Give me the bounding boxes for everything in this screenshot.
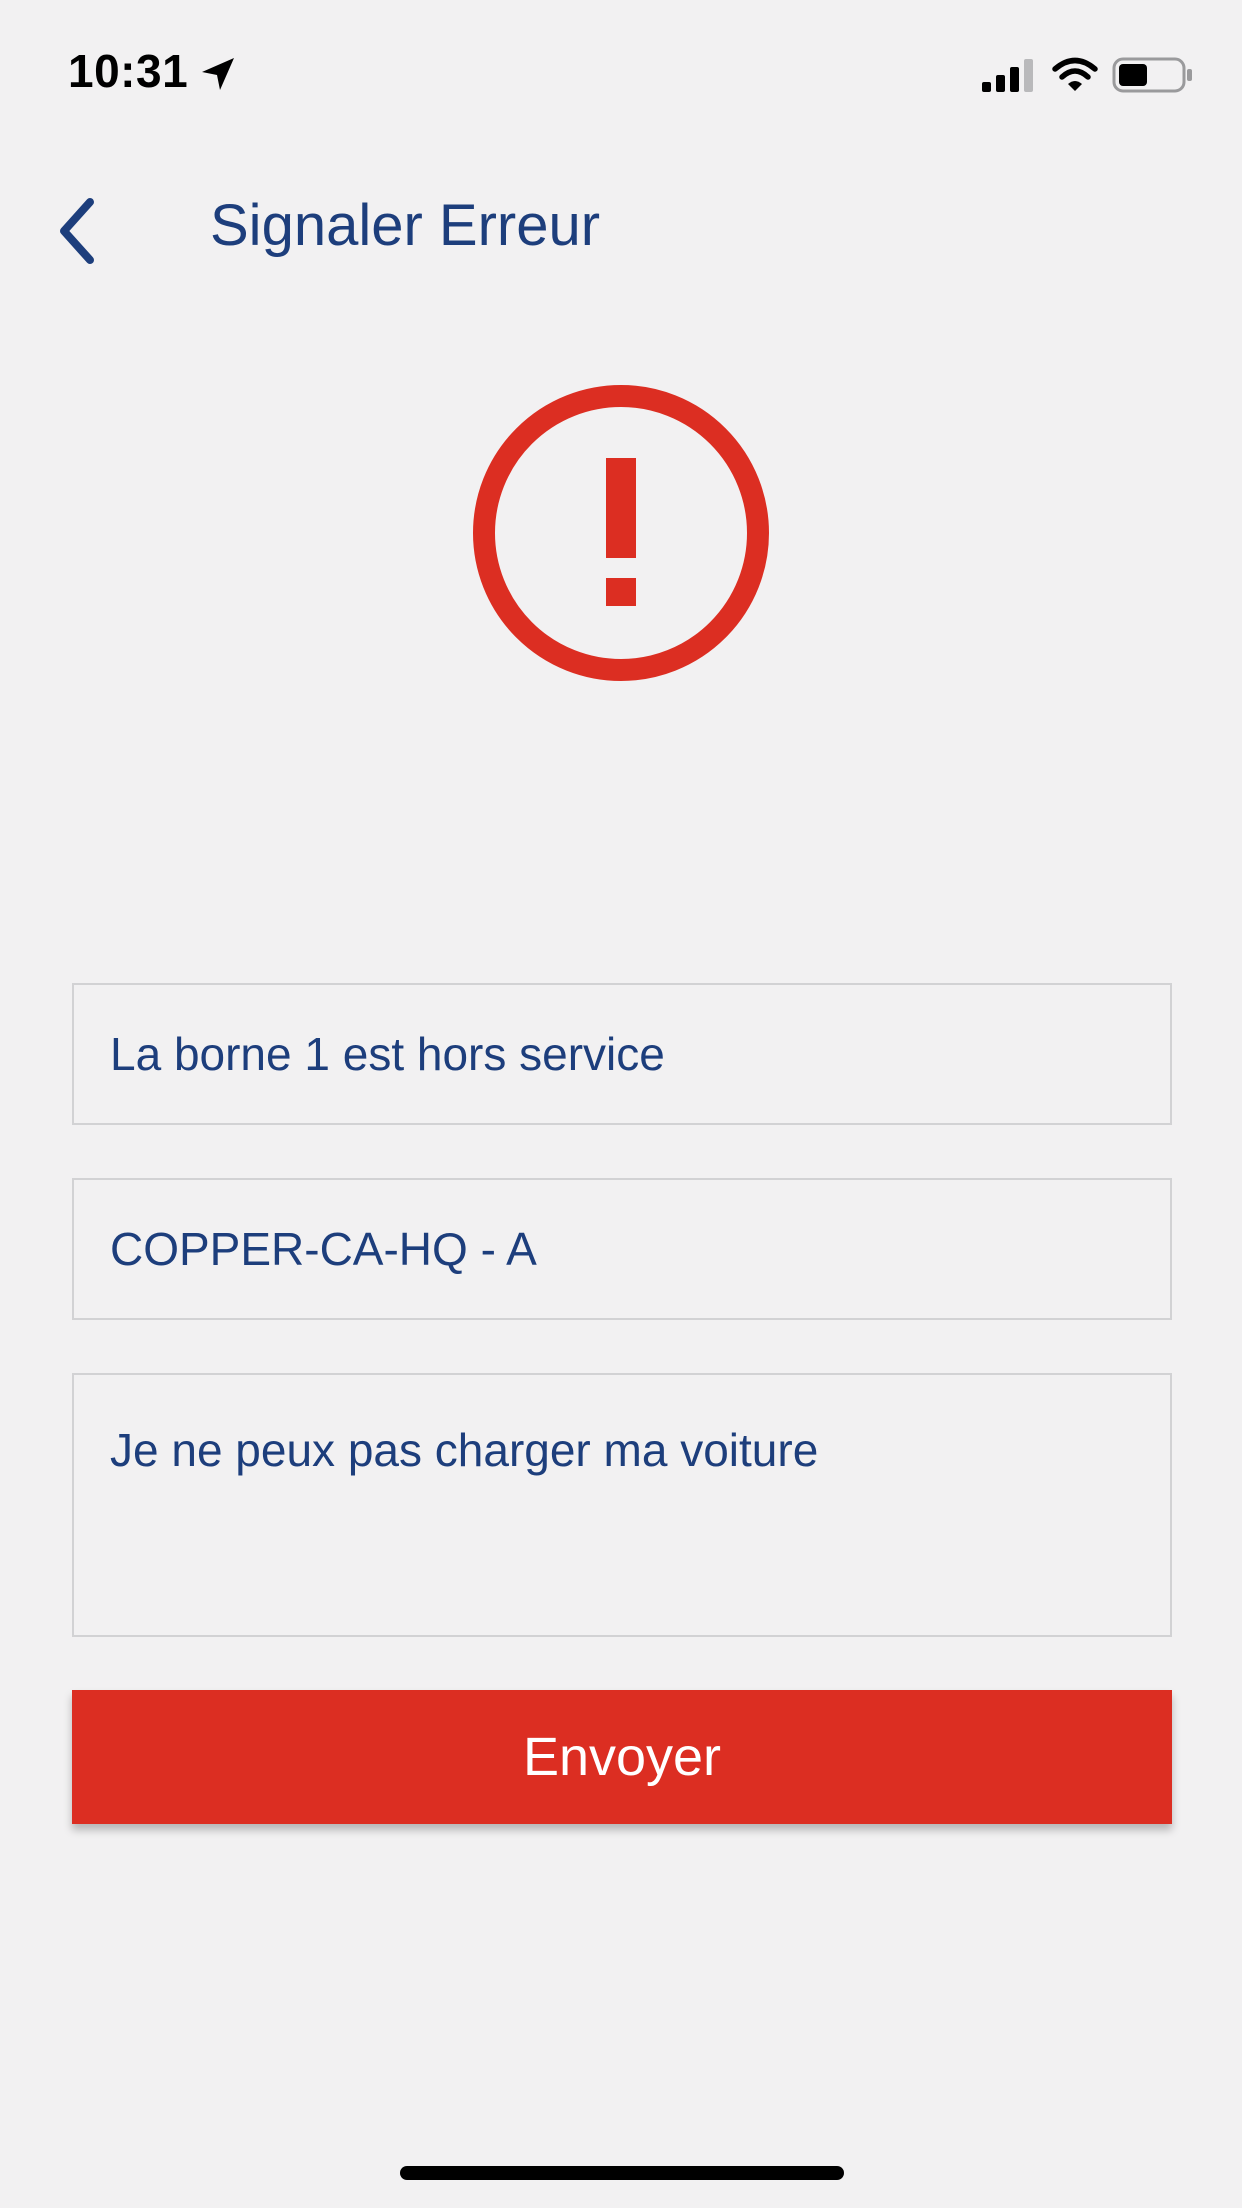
status-time: 10:31: [68, 45, 189, 97]
subject-input[interactable]: [72, 983, 1172, 1125]
back-button[interactable]: [46, 190, 106, 272]
page-title: Signaler Erreur: [210, 193, 601, 258]
battery-icon: [1112, 57, 1192, 93]
location-arrow-icon: [202, 58, 234, 90]
message-textarea[interactable]: Je ne peux pas charger ma voiture: [72, 1373, 1172, 1637]
station-input[interactable]: [72, 1178, 1172, 1320]
home-indicator: [400, 2166, 844, 2180]
chevron-left-icon: [60, 198, 94, 264]
cellular-signal-icon: [982, 59, 1033, 92]
send-button[interactable]: Envoyer: [72, 1690, 1172, 1824]
wifi-icon: [1052, 57, 1098, 91]
exclamation-circle-icon: [473, 385, 769, 681]
